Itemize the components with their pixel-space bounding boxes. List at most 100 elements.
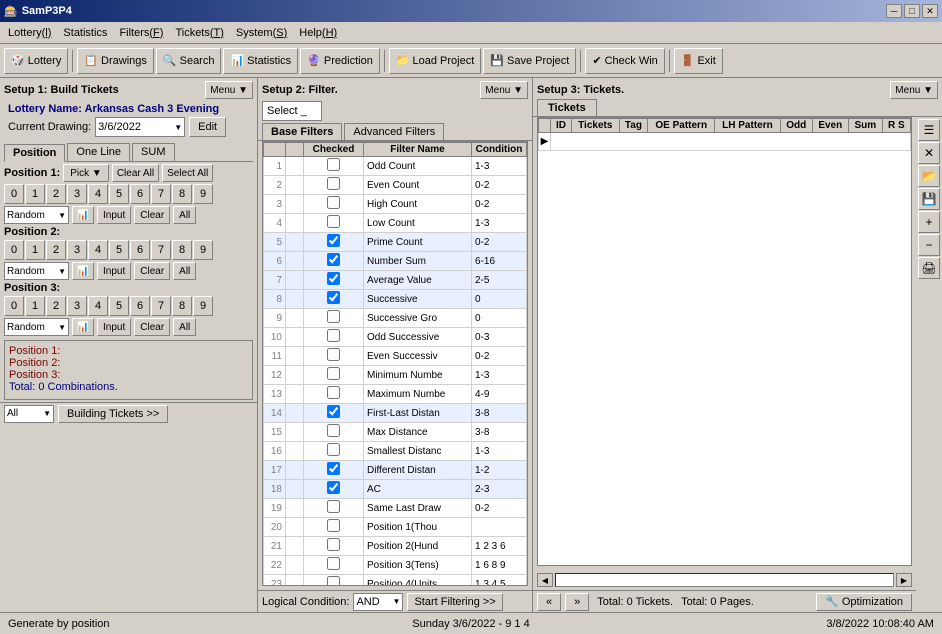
filter-row-checkbox[interactable] [327,462,340,475]
pos3-num-3[interactable]: 3 [67,296,87,316]
filter-row-checkbox[interactable] [327,234,340,247]
filter-row-checkbox[interactable] [327,215,340,228]
right-icon-save[interactable]: 💾 [918,188,940,210]
pos3-combo[interactable]: Random▼ [4,318,69,336]
right-icon-1[interactable]: ☰ [918,119,940,141]
pos3-chart-button[interactable]: 📊 [72,318,94,336]
pos2-num-8[interactable]: 8 [172,240,192,260]
tab-advanced-filters[interactable]: Advanced Filters [344,123,444,140]
pos3-num-2[interactable]: 2 [46,296,66,316]
toolbar-check-win-button[interactable]: ✔Check Win [585,48,664,74]
menu-statistics[interactable]: Statistics [57,25,113,41]
pos2-chart-button[interactable]: 📊 [72,262,94,280]
filter-row-checkbox[interactable] [327,576,340,586]
tab-position[interactable]: Position [4,144,65,162]
clear-all-button[interactable]: Clear All [112,164,159,182]
pos2-input-button[interactable]: Input [97,262,131,280]
pos1-num-6[interactable]: 6 [130,184,150,204]
tab-base-filters[interactable]: Base Filters [262,123,342,140]
filter-row-checkbox[interactable] [327,329,340,342]
toolbar-prediction-button[interactable]: 🔮Prediction [300,48,380,74]
logical-condition-combo[interactable]: AND ▼ [353,593,403,611]
toolbar-exit-button[interactable]: 🚪Exit [674,48,723,74]
building-tickets-button[interactable]: Building Tickets >> [58,405,168,423]
minimize-button[interactable]: ─ [886,4,902,18]
pos1-num-1[interactable]: 1 [25,184,45,204]
toolbar-save-project-button[interactable]: 💾Save Project [483,48,576,74]
pos3-num-4[interactable]: 4 [88,296,108,316]
start-filtering-button[interactable]: Start Filtering >> [407,593,502,611]
pos3-all-button[interactable]: All [173,318,196,336]
pos2-num-5[interactable]: 5 [109,240,129,260]
position-1-pick-button[interactable]: Pick ▼ [63,164,109,182]
right-panel-menu-button[interactable]: Menu ▼ [890,81,938,99]
pos3-clear-button[interactable]: Clear [134,318,170,336]
filter-row-checkbox[interactable] [327,405,340,418]
select-all-button[interactable]: Select All [162,164,213,182]
pos2-num-2[interactable]: 2 [46,240,66,260]
toolbar-search-button[interactable]: 🔍Search [156,48,222,74]
pos3-num-8[interactable]: 8 [172,296,192,316]
pos2-combo[interactable]: Random▼ [4,262,69,280]
pos2-num-3[interactable]: 3 [67,240,87,260]
toolbar-drawings-button[interactable]: 📋Drawings [77,48,154,74]
pos1-clear-button[interactable]: Clear [134,206,170,224]
filter-row-checkbox[interactable] [327,481,340,494]
filter-row-checkbox[interactable] [327,538,340,551]
current-drawing-combo[interactable]: 3/6/2022 ▼ [95,117,185,137]
pos3-input-button[interactable]: Input [97,318,131,336]
right-icon-print[interactable]: 🖨 [918,257,940,279]
pos3-num-6[interactable]: 6 [130,296,150,316]
tab-sum[interactable]: SUM [132,143,174,161]
pos1-num-8[interactable]: 8 [172,184,192,204]
pos1-combo[interactable]: Random▼ [4,206,69,224]
pos3-num-5[interactable]: 5 [109,296,129,316]
pos3-num-1[interactable]: 1 [25,296,45,316]
all-combo[interactable]: All ▼ [4,405,54,423]
left-panel-menu-button[interactable]: Menu ▼ [205,81,253,99]
select-dropdown[interactable]: Select _ [262,101,322,121]
right-icon-remove[interactable]: − [918,234,940,256]
menu-system[interactable]: System(S) [230,25,293,41]
scroll-right-button[interactable]: ▶ [896,573,912,587]
right-icon-add[interactable]: + [918,211,940,233]
filter-row-checkbox[interactable] [327,500,340,513]
menu-tickets[interactable]: Tickets(T) [169,25,229,41]
pos1-num-2[interactable]: 2 [46,184,66,204]
pos2-clear-button[interactable]: Clear [134,262,170,280]
filter-row-checkbox[interactable] [327,424,340,437]
pos1-chart-button[interactable]: 📊 [72,206,94,224]
pos1-num-9[interactable]: 9 [193,184,213,204]
pos1-all-button[interactable]: All [173,206,196,224]
pos2-num-7[interactable]: 7 [151,240,171,260]
toolbar-statistics-button[interactable]: 📊Statistics [223,48,298,74]
pos3-num-0[interactable]: 0 [4,296,24,316]
edit-drawing-button[interactable]: Edit [189,117,226,137]
optimization-button[interactable]: 🔧 Optimization [816,593,912,611]
toolbar-load-project-button[interactable]: 📁Load Project [389,48,481,74]
filter-row-checkbox[interactable] [327,557,340,570]
pos1-num-4[interactable]: 4 [88,184,108,204]
filter-row-checkbox[interactable] [327,519,340,532]
pos2-num-1[interactable]: 1 [25,240,45,260]
filter-row-checkbox[interactable] [327,443,340,456]
menu-filters[interactable]: Filters(F) [113,25,169,41]
tab-one-line[interactable]: One Line [67,143,130,161]
menu-lottery[interactable]: Lottery(l) [2,25,57,41]
filter-row-checkbox[interactable] [327,367,340,380]
maximize-button[interactable]: □ [904,4,920,18]
filter-row-checkbox[interactable] [327,386,340,399]
filter-row-checkbox[interactable] [327,272,340,285]
filter-row-checkbox[interactable] [327,158,340,171]
pos1-num-3[interactable]: 3 [67,184,87,204]
filter-row-checkbox[interactable] [327,196,340,209]
pos3-num-7[interactable]: 7 [151,296,171,316]
nav-next-button[interactable]: » [565,593,589,611]
right-icon-close[interactable]: ✕ [918,142,940,164]
filter-row-checkbox[interactable] [327,348,340,361]
pos1-num-0[interactable]: 0 [4,184,24,204]
horizontal-scrollbar[interactable] [555,573,894,587]
pos1-input-button[interactable]: Input [97,206,131,224]
right-icon-2[interactable]: 📂 [918,165,940,187]
filter-row-checkbox[interactable] [327,253,340,266]
